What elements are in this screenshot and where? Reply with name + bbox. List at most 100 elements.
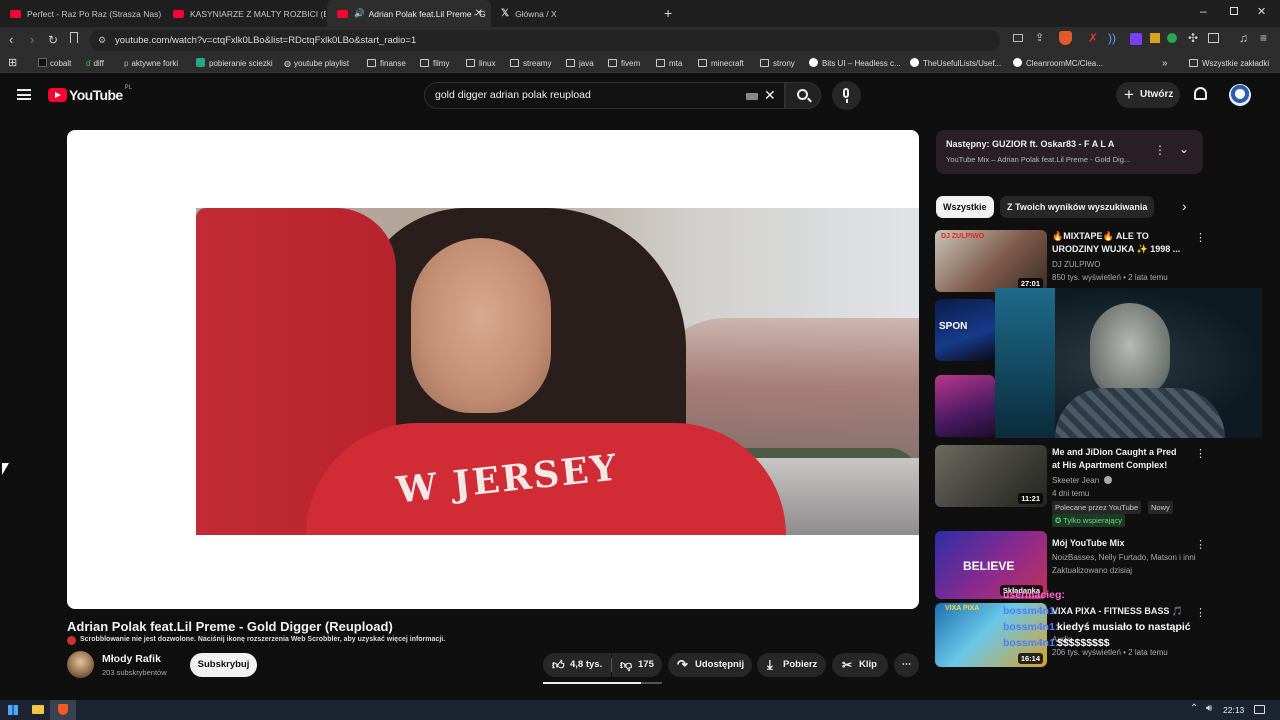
extension-yellow-icon[interactable] <box>1150 33 1160 43</box>
share-button[interactable]: ↷ Udostępnij <box>668 653 752 677</box>
more-actions-button[interactable]: ⋯ <box>894 653 919 677</box>
forward-icon[interactable]: › <box>30 33 34 47</box>
extension-red-icon[interactable]: ✗ <box>1088 31 1098 45</box>
menu-icon[interactable]: ≡ <box>1260 31 1267 45</box>
tray-chevron-icon[interactable]: ⌃ <box>1190 703 1198 714</box>
bookmark-youtube-playlist[interactable]: ◍ youtube playlist <box>284 57 349 70</box>
cast-icon[interactable] <box>1013 34 1023 42</box>
dislike-button[interactable]: 👎︎ 175 <box>612 653 662 677</box>
playlist-next-box[interactable]: Następny: GUZIOR ft. Oskar83 - F A L A Y… <box>936 130 1203 174</box>
chips-next-icon[interactable]: › <box>1182 198 1187 214</box>
youtube-logo[interactable]: YouTube PL <box>48 85 132 103</box>
recommendation-title[interactable]: Mój YouTube Mix <box>1052 537 1187 550</box>
bookmark-strony[interactable]: strony <box>760 57 795 70</box>
bookmark-cleanroommc[interactable]: CleanroomMC/Clea... <box>1013 57 1103 70</box>
sidebar-icon[interactable] <box>1208 33 1219 43</box>
brave-taskbar-icon[interactable] <box>50 700 76 720</box>
site-info-icon[interactable]: ⚙ <box>98 30 106 51</box>
bookmark-streamy[interactable]: streamy <box>510 57 551 70</box>
bookmark-filmy[interactable]: filmy <box>420 57 449 70</box>
bookmark-cobalt[interactable]: cobalt <box>38 57 71 70</box>
clock[interactable]: 22:13 <box>1223 705 1244 715</box>
keyboard-icon[interactable] <box>746 93 758 100</box>
more-options-icon[interactable]: ⋮ <box>1195 538 1206 551</box>
url-field[interactable]: ⚙ youtube.com/watch?v=ctqFxlk0LBo&list=R… <box>90 30 1000 51</box>
bookmark-usefullists[interactable]: TheUsefulLists/Usef... <box>910 57 1001 70</box>
channel-avatar[interactable] <box>67 651 94 678</box>
chip-all[interactable]: Wszystkie <box>936 196 994 218</box>
folder-icon <box>466 59 475 67</box>
recommendation-title[interactable]: 🔥MIXTAPE🔥 ALE TO URODZINY WUJKA ✨ 1998 .… <box>1052 230 1187 256</box>
voice-search-button[interactable] <box>832 81 861 110</box>
more-options-icon[interactable]: ⋮ <box>1195 606 1206 619</box>
tab-3-active[interactable]: 🔊 Adrian Polak feat.Lil Preme - G ✕ <box>327 0 491 27</box>
bookmark-linux[interactable]: linux <box>466 57 495 70</box>
share-icon[interactable]: ⇪ <box>1035 31 1044 45</box>
recommendation-thumbnail[interactable]: SPON <box>935 299 995 361</box>
recommendation-thumbnail[interactable]: 11:21 <box>935 445 1047 507</box>
tab-1[interactable]: Perfect - Raz Po Raz (Strasza Nas) [Of <box>0 0 163 27</box>
volume-icon[interactable]: 🔊︎ <box>1206 703 1212 714</box>
scissors-icon: ✂ <box>842 658 853 672</box>
recommendation-channel[interactable]: Skeeter Jean <box>1052 474 1113 487</box>
account-avatar[interactable] <box>1229 84 1251 106</box>
bookmark-fivem[interactable]: fivem <box>608 57 640 70</box>
apps-grid-icon[interactable]: ⊞ <box>8 57 17 70</box>
subscribe-button[interactable]: Subskrybuj <box>190 653 257 677</box>
restore-icon[interactable] <box>1230 7 1238 15</box>
notifications-icon[interactable] <box>1254 705 1265 714</box>
recommendation-channel[interactable]: DJ ZULPIWO <box>1052 258 1100 271</box>
close-window-icon[interactable]: ✕ <box>1257 5 1266 18</box>
hamburger-menu-icon[interactable] <box>17 89 31 100</box>
more-options-icon[interactable]: ⋮ <box>1195 231 1206 244</box>
clip-button[interactable]: ✂ Klip <box>832 653 888 677</box>
more-options-icon[interactable]: ⋮ <box>1195 447 1206 460</box>
bookmark-minecraft[interactable]: minecraft <box>698 57 744 70</box>
playlist-menu-icon[interactable]: ⋮ <box>1154 143 1166 157</box>
download-button[interactable]: ⤓ Pobierz <box>757 653 826 677</box>
recommendation-title[interactable]: Me and JiDion Caught a Pred at His Apart… <box>1052 446 1187 472</box>
back-icon[interactable]: ‹ <box>9 33 13 47</box>
bookmarks-overflow-icon[interactable]: » <box>1162 57 1168 70</box>
extension-blue-icon[interactable]: )) <box>1108 31 1116 45</box>
start-menu-icon[interactable] <box>8 705 18 715</box>
extension-purple-icon[interactable] <box>1130 33 1142 45</box>
chip-from-search[interactable]: Z Twoich wyników wyszukiwania <box>1000 196 1155 218</box>
all-bookmarks[interactable]: Wszystkie zakładki <box>1189 57 1269 70</box>
bookmark-finanse[interactable]: finanse <box>367 57 406 70</box>
recommendation-meta: Zaktualizowano dzisiaj <box>1052 566 1133 575</box>
tab-4[interactable]: 𝕏 Główna / X <box>491 0 656 27</box>
like-button[interactable]: 👍︎ 4,8 tys. <box>543 653 611 677</box>
close-tab-icon[interactable]: ✕ <box>475 8 483 19</box>
brave-shield-icon[interactable] <box>1059 31 1072 45</box>
bookmark-bits-ui[interactable]: Bits UI – Headless c... <box>809 57 901 70</box>
bookmark-diff[interactable]: ɗ diff <box>86 57 104 70</box>
cobalt-icon <box>38 58 47 67</box>
search-button[interactable] <box>785 82 821 109</box>
recommendation-thumbnail[interactable]: DJ ZULPIWO 27:01 <box>935 230 1047 292</box>
recommendation-title[interactable]: VIXA PIXA - FITNESS BASS 🎵 <box>1052 605 1187 618</box>
notifications-bell-icon[interactable] <box>1194 87 1207 100</box>
extension-green-icon[interactable] <box>1167 33 1177 43</box>
chevron-down-icon[interactable]: ⌄ <box>1179 142 1189 156</box>
recommendation-channel[interactable]: NoizBasses, Nelly Furtado, Matson i inni <box>1052 551 1196 564</box>
file-explorer-icon[interactable] <box>32 705 44 714</box>
recommendation-thumbnail[interactable] <box>935 375 995 437</box>
extensions-puzzle-icon[interactable]: ✣ <box>1188 31 1198 45</box>
new-tab-button[interactable]: + <box>664 5 672 21</box>
minimize-icon[interactable]: – <box>1200 4 1207 18</box>
bookmark-java[interactable]: java <box>566 57 594 70</box>
bookmark-aktywne-forki[interactable]: p aktywne forki <box>124 57 178 70</box>
media-icon[interactable]: ♫ <box>1239 31 1248 45</box>
bookmark-pobieranie-sciezki[interactable]: pobieranie sciezki <box>196 57 273 70</box>
channel-name[interactable]: Młody Rafik <box>102 653 161 665</box>
bookmark-mta[interactable]: mta <box>656 57 682 70</box>
tab-2[interactable]: KASYNIARZE Z MALTY ROZBICI (BOX <box>163 0 326 27</box>
page-icon: p <box>124 59 129 68</box>
clear-search-icon[interactable]: ✕ <box>764 83 776 108</box>
bookmark-icon[interactable] <box>70 32 78 43</box>
reload-icon[interactable]: ↻ <box>48 33 58 47</box>
create-button[interactable]: + Utwórz <box>1116 82 1180 108</box>
video-player[interactable]: W JERSEY <box>67 130 919 609</box>
search-input[interactable]: gold digger adrian polak reupload ✕ <box>424 82 785 109</box>
